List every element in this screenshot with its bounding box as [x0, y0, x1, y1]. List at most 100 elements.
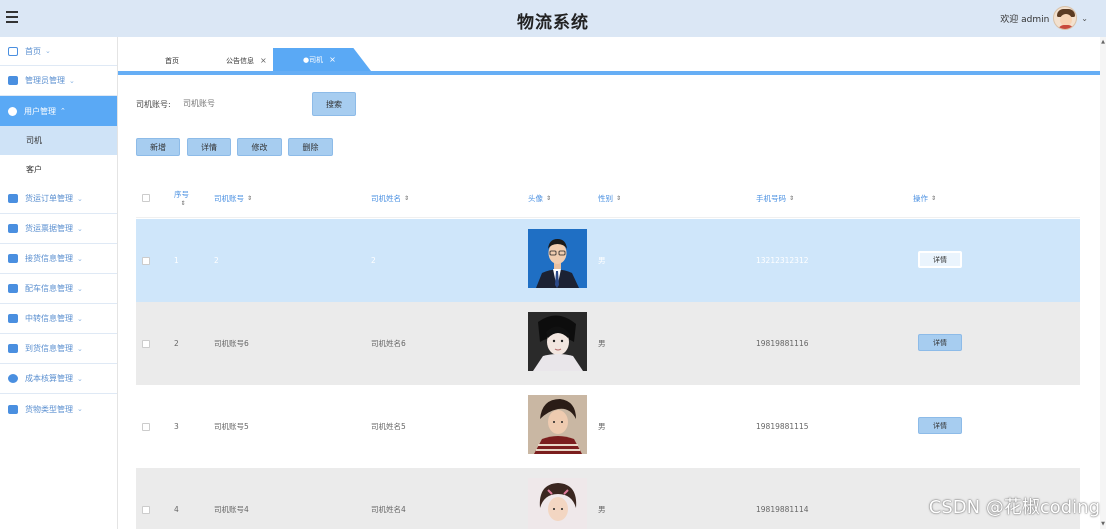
chevron-down-icon: ⌄ [45, 47, 51, 55]
sidebar-item-tickets[interactable]: 货运票据管理 ⌄ [0, 214, 117, 244]
tab-label: 公告信息 [226, 56, 254, 65]
tab-notice[interactable]: 公告信息 × [226, 50, 267, 71]
search-input[interactable] [183, 94, 293, 112]
table-header: 序号 ⇕ 司机账号 ⇕ 司机姓名 ⇕ 头像 ⇕ 性别 ⇕ 手机号码 ⇕ 操作 ⇕ [136, 178, 1080, 218]
sidebar-item-arrival[interactable]: 到货信息管理 ⌄ [0, 334, 117, 364]
cell-name: 司机姓名5 [371, 422, 406, 431]
cell-phone: 13212312312 [756, 256, 809, 265]
header-ops[interactable]: 操作 ⇕ [913, 178, 936, 218]
admin-icon [8, 76, 18, 85]
header-label: 头像 [528, 193, 543, 203]
sidebar-subitem-driver[interactable]: 司机 [0, 126, 117, 155]
sidebar-item-receive[interactable]: 接货信息管理 ⌄ [0, 244, 117, 274]
sidebar-item-vehicle[interactable]: 配车信息管理 ⌄ [0, 274, 117, 304]
header-gender[interactable]: 性别 ⇕ [598, 178, 621, 218]
sidebar: 首页 ⌄ 管理员管理 ⌄ 用户管理 ⌃ 司机 客户 货运订单管理 ⌄ 货运票据管… [0, 37, 118, 529]
scroll-down-icon[interactable]: ▼ [1100, 521, 1106, 527]
sort-icon[interactable]: ⇕ [616, 195, 621, 202]
cell-gender: 男 [598, 422, 606, 431]
row-detail-button[interactable]: 详情 [918, 417, 962, 434]
chevron-down-icon: ⌄ [77, 405, 83, 413]
search-button[interactable]: 搜索 [312, 92, 356, 116]
header-phone[interactable]: 手机号码 ⇕ [756, 178, 794, 218]
vehicle-icon [8, 284, 18, 293]
avatar[interactable] [1053, 6, 1078, 30]
delete-button[interactable]: 删除 [288, 138, 333, 156]
sort-icon[interactable]: ⇕ [180, 200, 185, 207]
tab-underline [118, 71, 1106, 75]
cell-phone: 19819881114 [756, 505, 809, 514]
driver-photo [528, 312, 587, 371]
chevron-down-icon: ⌄ [77, 344, 83, 353]
chevron-down-icon[interactable]: ⌄ [1081, 14, 1088, 23]
arrival-icon [8, 344, 18, 353]
close-icon[interactable]: × [329, 55, 336, 64]
edit-button[interactable]: 修改 [237, 138, 282, 156]
header-account[interactable]: 司机账号 ⇕ [214, 178, 252, 218]
sidebar-item-goods[interactable]: 货物类型管理 ⌄ [0, 394, 117, 424]
app-title: 物流系统 [517, 13, 589, 33]
scroll-up-icon[interactable]: ▲ [1100, 39, 1106, 45]
sidebar-item-home[interactable]: 首页 ⌄ [0, 37, 117, 66]
tab-label: 首页 [165, 56, 179, 65]
sidebar-item-cost[interactable]: 成本核算管理 ⌄ [0, 364, 117, 394]
user-icon [8, 106, 17, 116]
sidebar-item-label: 中转信息管理 [25, 314, 73, 323]
sidebar-item-users[interactable]: 用户管理 ⌃ [0, 96, 117, 126]
header-index[interactable]: 序号 ⇕ [174, 178, 189, 218]
sidebar-subitem-customer[interactable]: 客户 [0, 155, 117, 184]
transfer-icon [8, 314, 18, 323]
row-checkbox[interactable] [142, 340, 150, 348]
driver-photo [528, 229, 587, 288]
cell-index: 4 [174, 505, 179, 514]
cell-account: 2 [214, 256, 219, 265]
chevron-down-icon: ⌄ [77, 284, 83, 293]
sidebar-item-admin[interactable]: 管理员管理 ⌄ [0, 66, 117, 96]
cell-account: 司机账号5 [214, 422, 249, 431]
sidebar-item-label: 用户管理 [24, 106, 56, 116]
header-avatar[interactable]: 头像 ⇕ [528, 178, 551, 218]
sidebar-item-label: 配车信息管理 [25, 284, 73, 293]
sort-icon[interactable]: ⇕ [247, 195, 252, 202]
header-label: 序号 [174, 190, 189, 199]
sidebar-item-transfer[interactable]: 中转信息管理 ⌄ [0, 304, 117, 334]
cell-gender: 男 [598, 339, 606, 348]
cell-index: 3 [174, 422, 179, 431]
cell-gender: 男 [598, 505, 606, 514]
cell-index: 1 [174, 256, 179, 265]
row-checkbox[interactable] [142, 257, 150, 265]
tab-label: ●司机 [303, 55, 324, 64]
cost-icon [8, 374, 18, 383]
table-row[interactable]: 2 司机账号6 司机姓名6 男 19819881116 详情 [136, 302, 1080, 385]
table-row[interactable]: 1 2 2 男 13212312312 详情 [136, 219, 1080, 302]
tab-home[interactable]: 首页 [165, 50, 179, 71]
watermark: CSDN @花椒coding [928, 497, 1100, 518]
chevron-down-icon: ⌄ [77, 314, 83, 323]
vertical-scrollbar[interactable]: ▲ ▼ [1100, 37, 1106, 529]
sort-icon[interactable]: ⇕ [931, 195, 936, 202]
welcome-text: 欢迎 admin [1000, 14, 1050, 25]
row-detail-button[interactable]: 详情 [918, 251, 962, 268]
home-icon [8, 46, 18, 56]
table-row[interactable]: 3 司机账号5 司机姓名5 男 19819881115 详情 [136, 385, 1080, 468]
row-checkbox[interactable] [142, 506, 150, 514]
chevron-down-icon: ⌄ [77, 254, 83, 263]
user-menu[interactable]: 欢迎 admin ⌄ [1000, 5, 1088, 31]
cell-gender: 男 [598, 256, 606, 265]
add-button[interactable]: 新增 [136, 138, 180, 156]
sort-icon[interactable]: ⇕ [546, 195, 551, 202]
row-checkbox[interactable] [142, 423, 150, 431]
select-all-checkbox[interactable] [142, 194, 150, 202]
sort-icon[interactable]: ⇕ [404, 195, 409, 202]
header-label: 操作 [913, 193, 928, 203]
sidebar-item-orders[interactable]: 货运订单管理 ⌄ [0, 184, 117, 214]
sort-icon[interactable]: ⇕ [789, 195, 794, 202]
detail-button[interactable]: 详情 [187, 138, 231, 156]
header-name[interactable]: 司机姓名 ⇕ [371, 178, 409, 218]
row-detail-button[interactable]: 详情 [918, 334, 962, 351]
chevron-down-icon: ⌄ [77, 224, 83, 233]
tab-driver[interactable]: ●司机 × [273, 48, 371, 71]
close-icon[interactable]: × [260, 56, 267, 65]
chevron-down-icon: ⌄ [77, 374, 83, 383]
chevron-down-icon: ⌄ [69, 76, 75, 85]
